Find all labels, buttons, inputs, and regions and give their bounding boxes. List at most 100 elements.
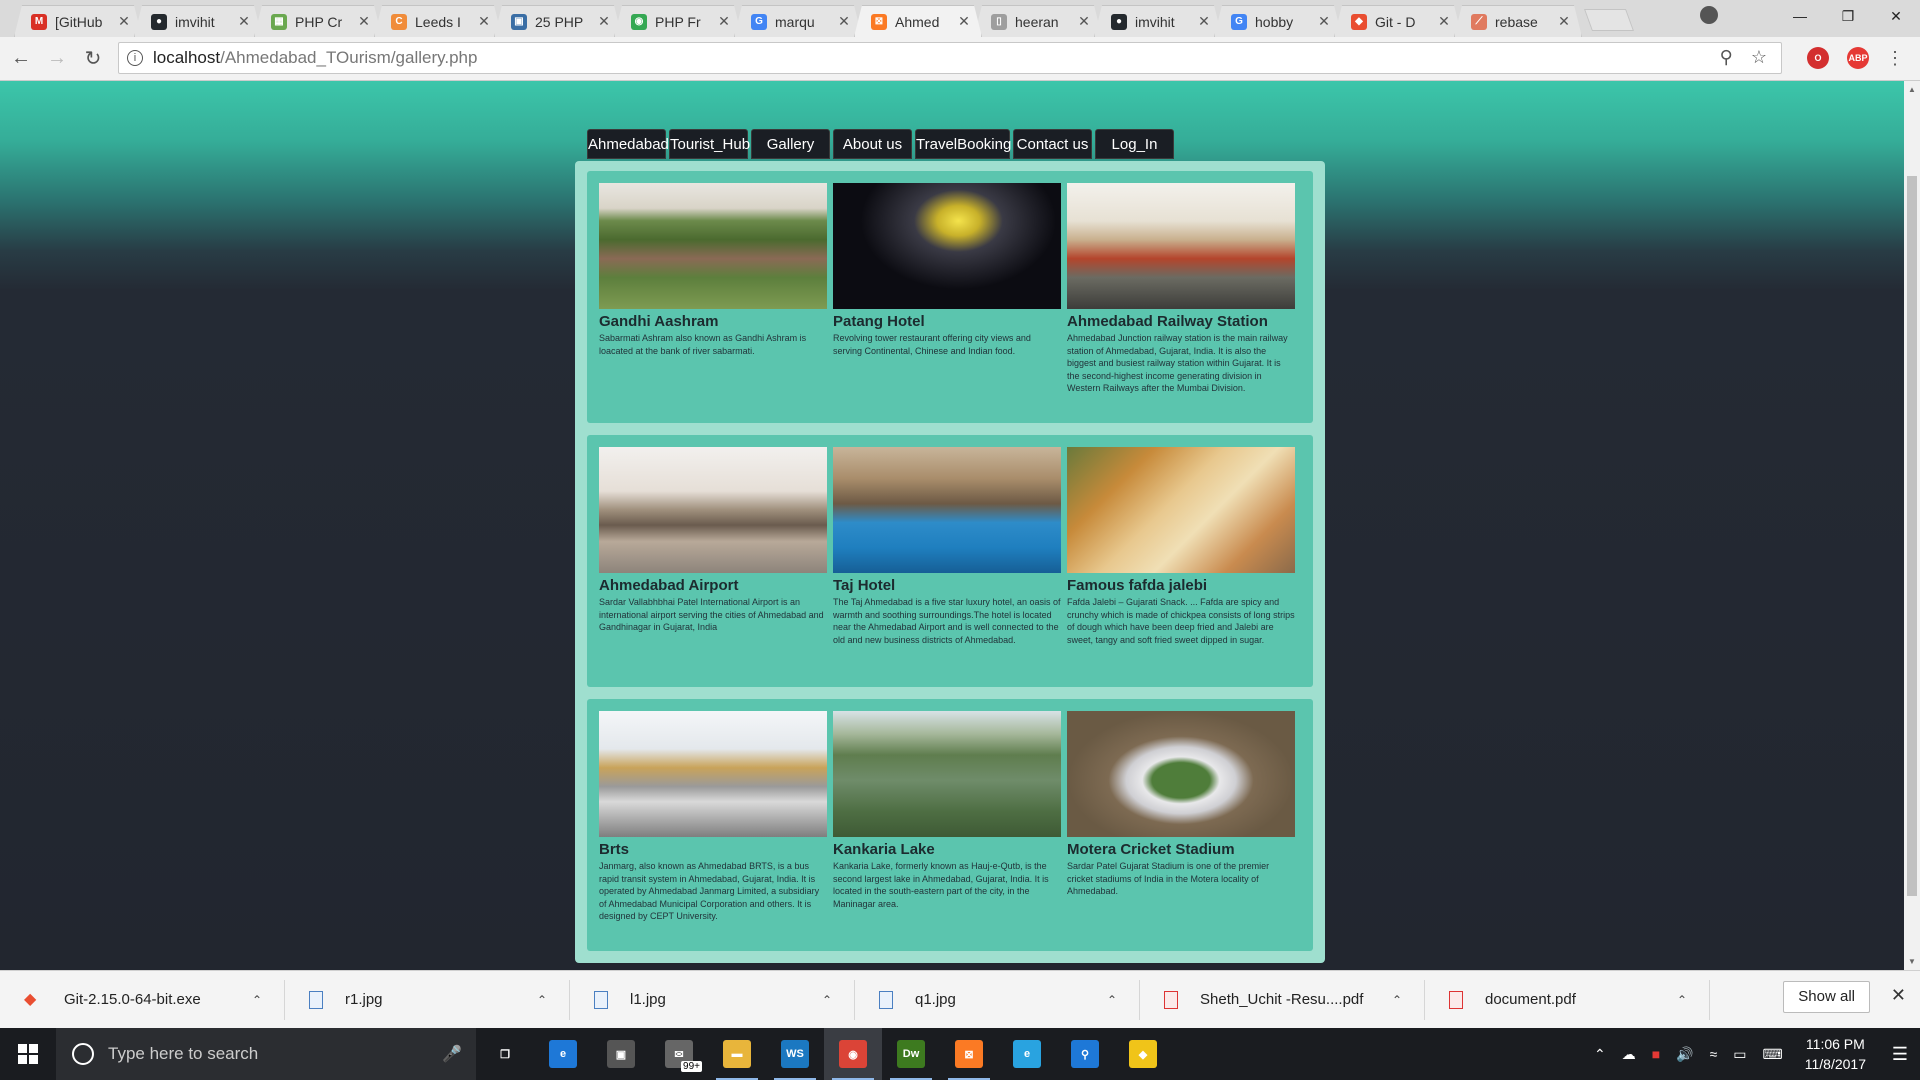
nav-link-ahmedabad[interactable]: Ahmedabad [587, 129, 669, 159]
browser-tab[interactable]: Gmarqu ✕ [734, 5, 862, 37]
nav-link-tourist-hub[interactable]: Tourist_Hub [669, 129, 750, 159]
clock[interactable]: 11:06 PM 11/8/2017 [1805, 1034, 1866, 1074]
restore-icon[interactable]: ❐ [1824, 0, 1872, 32]
chevron-up-icon[interactable]: ⌃ [537, 993, 547, 1007]
url-path: /Ahmedabad_TOurism/gallery.php [220, 48, 478, 67]
task-view-icon[interactable]: ❐ [476, 1028, 534, 1080]
scroll-up-icon[interactable]: ▲ [1908, 85, 1916, 94]
tab-close-icon[interactable]: ✕ [1557, 13, 1571, 30]
close-window-icon[interactable]: ✕ [1872, 0, 1920, 32]
nav-link-gallery[interactable]: Gallery [751, 129, 830, 159]
new-tab-button[interactable] [1583, 9, 1635, 31]
download-item[interactable]: document.pdf ⌃ [1425, 979, 1710, 1020]
browser-toolbar: ← → ↻ i localhost/Ahmedabad_TOurism/gall… [0, 37, 1920, 81]
download-item[interactable]: l1.jpg ⌃ [570, 979, 855, 1020]
tab-close-icon[interactable]: ✕ [117, 13, 131, 30]
store-icon[interactable]: ▣ [592, 1028, 650, 1080]
scrollbar-thumb[interactable] [1907, 176, 1917, 896]
tab-title: hobby [1255, 13, 1294, 30]
download-item[interactable]: q1.jpg ⌃ [855, 979, 1140, 1020]
microphone-icon[interactable]: 🎤 [442, 1044, 462, 1064]
scroll-down-icon[interactable]: ▼ [1908, 957, 1916, 966]
file-explorer-icon[interactable]: ▬ [708, 1028, 766, 1080]
app-tray-icon[interactable]: ■ [1652, 1046, 1660, 1062]
show-all-button[interactable]: Show all [1783, 981, 1870, 1013]
tab-close-icon[interactable]: ✕ [237, 13, 251, 30]
chevron-up-icon[interactable]: ⌃ [1594, 1046, 1606, 1063]
download-item[interactable]: r1.jpg ⌃ [285, 979, 570, 1020]
menu-dots-icon[interactable]: ⋮ [1886, 48, 1904, 69]
forward-icon[interactable]: → [42, 44, 72, 74]
reload-icon[interactable]: ↻ [78, 44, 108, 74]
download-item[interactable]: ◆ Git-2.15.0-64-bit.exe ⌃ [0, 979, 285, 1020]
git-gui-icon[interactable]: ◆ [1114, 1028, 1172, 1080]
webstorm-icon[interactable]: WS [766, 1028, 824, 1080]
chevron-up-icon[interactable]: ⌃ [1677, 993, 1687, 1007]
mail-icon[interactable]: ✉ 99+ [650, 1028, 708, 1080]
nav-link-travelbooking[interactable]: TravelBooking [915, 129, 1011, 159]
xampp-icon[interactable]: ⊠ [940, 1028, 998, 1080]
wifi-icon[interactable]: ≈ [1710, 1046, 1718, 1062]
tab-close-icon[interactable]: ✕ [357, 13, 371, 30]
browser-tab[interactable]: ◉ PHP Fr ✕ [614, 5, 742, 37]
taskbar-search[interactable]: Type here to search 🎤 [56, 1028, 476, 1080]
git-icon: ◆ [1351, 14, 1367, 30]
tab-close-icon[interactable]: ✕ [957, 13, 971, 30]
browser-tab[interactable]: ⟋ rebase ✕ [1454, 5, 1582, 37]
dreamweaver-icon[interactable]: Dw [882, 1028, 940, 1080]
browser-tab[interactable]: Ghobby ✕ [1214, 5, 1342, 37]
ie-icon[interactable]: e [998, 1028, 1056, 1080]
tab-close-icon[interactable]: ✕ [837, 13, 851, 30]
browser-tab[interactable]: ▯ heeran ✕ [974, 5, 1102, 37]
nav-link-contact-us[interactable]: Contact us [1013, 129, 1092, 159]
battery-icon[interactable]: ▭ [1733, 1046, 1746, 1063]
maps-icon[interactable]: ⚲ [1056, 1028, 1114, 1080]
address-bar[interactable]: i localhost/Ahmedabad_TOurism/gallery.ph… [118, 42, 1782, 74]
chevron-up-icon[interactable]: ⌃ [822, 993, 832, 1007]
browser-tab[interactable]: ● imvihit ✕ [134, 5, 262, 37]
tab-close-icon[interactable]: ✕ [1077, 13, 1091, 30]
download-filename: document.pdf [1485, 991, 1576, 1008]
onedrive-icon[interactable]: ☁ [1622, 1046, 1636, 1063]
tab-close-icon[interactable]: ✕ [1317, 13, 1331, 30]
bookmark-star-icon[interactable]: ☆ [1751, 47, 1767, 68]
browser-tab[interactable]: C Leeds I ✕ [374, 5, 502, 37]
browser-tab[interactable]: ▦ PHP Cr ✕ [254, 5, 382, 37]
minimize-icon[interactable]: — [1776, 0, 1824, 32]
notification-icon[interactable]: ☰ [1880, 1028, 1920, 1080]
chevron-up-icon[interactable]: ⌃ [252, 993, 262, 1007]
volume-icon[interactable]: 🔊 [1676, 1046, 1693, 1063]
adblock-icon[interactable]: ABP [1847, 47, 1869, 69]
browser-tab[interactable]: ⊠ Ahmed ✕ [854, 5, 982, 37]
chevron-up-icon[interactable]: ⌃ [1392, 993, 1402, 1007]
tab-close-icon[interactable]: ✕ [1437, 13, 1451, 30]
tab-title: heeran [1015, 13, 1059, 30]
browser-tab[interactable]: ◆ Git - D ✕ [1334, 5, 1462, 37]
gallery-card: Gandhi Aashram Sabarmati Ashram also know… [599, 183, 833, 423]
edge-icon[interactable]: e [534, 1028, 592, 1080]
zoom-icon[interactable]: ⚲ [1720, 47, 1733, 68]
download-bar: ◆ Git-2.15.0-64-bit.exe ⌃ r1.jpg ⌃ l1.jpg ⌃ q1.… [0, 970, 1920, 1028]
info-icon[interactable]: i [127, 50, 143, 66]
gallery-card: Brts Janmarg, also known as Ahmedabad BRT… [599, 711, 833, 951]
tab-close-icon[interactable]: ✕ [717, 13, 731, 30]
chevron-up-icon[interactable]: ⌃ [1107, 993, 1117, 1007]
browser-tab[interactable]: ● imvihit ✕ [1094, 5, 1222, 37]
tab-close-icon[interactable]: ✕ [597, 13, 611, 30]
browser-tab[interactable]: ▣ 25 PHP ✕ [494, 5, 622, 37]
browser-tab[interactable]: M [GitHub ✕ [14, 5, 142, 37]
opera-vpn-icon[interactable]: O [1807, 47, 1829, 69]
profile-icon[interactable] [1700, 6, 1718, 24]
nav-link-log-in[interactable]: Log_In [1095, 129, 1174, 159]
close-download-bar-icon[interactable]: ✕ [1891, 985, 1906, 1006]
start-button[interactable] [0, 1028, 56, 1080]
tab-close-icon[interactable]: ✕ [1197, 13, 1211, 30]
tab-close-icon[interactable]: ✕ [477, 13, 491, 30]
scrollbar[interactable]: ▲ ▼ [1904, 81, 1920, 970]
keyboard-icon[interactable]: ⌨ [1763, 1046, 1783, 1063]
nav-link-about-us[interactable]: About us [833, 129, 912, 159]
download-item[interactable]: Sheth_Uchit -Resu....pdf ⌃ [1140, 979, 1425, 1020]
chrome-icon[interactable]: ◉ [824, 1028, 882, 1080]
taskbar: Type here to search 🎤 ❐ e ▣ ✉ 99+ ▬ WS ◉ Dw ⊠ e ⚲ ◆ … [0, 1028, 1920, 1080]
back-icon[interactable]: ← [6, 44, 36, 74]
